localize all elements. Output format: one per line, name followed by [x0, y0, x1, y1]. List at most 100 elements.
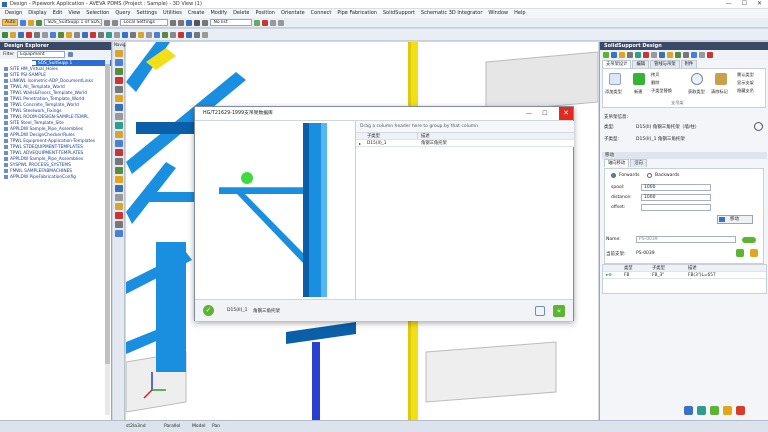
menu-item[interactable]: Window	[485, 9, 511, 18]
edit-icon[interactable]	[750, 249, 758, 257]
toolbar-tool-icon[interactable]	[194, 31, 200, 38]
panel-tool-icon[interactable]	[619, 52, 625, 58]
navigator-tool-icon[interactable]	[115, 167, 123, 174]
toolbar-tool-icon[interactable]	[154, 31, 160, 38]
navigator-tool-icon[interactable]	[115, 77, 123, 84]
toolbar-tool-icon[interactable]	[66, 31, 72, 38]
table-row[interactable]: ▸⊕ FB FB_3" FB(3")L=657	[603, 272, 766, 279]
col-subtype-r[interactable]: 子类型	[649, 265, 685, 271]
toolbar-tool-icon[interactable]	[74, 31, 80, 38]
print-icon[interactable]	[178, 19, 185, 26]
offset-input[interactable]	[641, 204, 711, 211]
panel-tool-icon[interactable]	[627, 52, 633, 58]
toolbar-tool-icon[interactable]	[18, 31, 24, 38]
navigator-tool-icon[interactable]	[115, 122, 123, 129]
apply-icon[interactable]: «	[553, 305, 565, 317]
confirm-type-button[interactable]: 需认类型	[737, 72, 754, 78]
folder-icon[interactable]	[28, 19, 35, 26]
col-description[interactable]: 描述	[418, 133, 568, 139]
add-icon[interactable]	[254, 19, 261, 26]
maximize-button[interactable]: ☐	[742, 0, 747, 9]
ok-check-icon[interactable]: ✓	[203, 305, 214, 316]
navigator-tool-icon[interactable]	[115, 140, 123, 147]
tab-edit[interactable]: 编辑	[632, 60, 650, 68]
unlock-icon[interactable]	[535, 306, 545, 316]
toolbar-tool-icon[interactable]	[186, 31, 192, 38]
toolbar-tool-icon[interactable]	[178, 31, 184, 38]
delete-button[interactable]: 删除	[651, 80, 659, 86]
remove-icon[interactable]	[262, 19, 269, 26]
dialog-maximize-button[interactable]: ☐	[539, 107, 551, 120]
save-icon[interactable]	[170, 19, 177, 26]
menu-item[interactable]: Selection	[83, 9, 112, 18]
toolbar-tool-icon[interactable]	[170, 31, 176, 38]
panel-tool-icon[interactable]	[651, 52, 657, 58]
add-support-icon[interactable]	[710, 406, 719, 415]
tab-axial-move[interactable]: 轴向移动	[604, 159, 630, 167]
dialog-minimize-button[interactable]: —	[523, 107, 535, 120]
tab-support-design[interactable]: 支吊架设计	[602, 60, 632, 68]
toolbar-tool-icon[interactable]	[42, 31, 48, 38]
panel-tool-icon[interactable]	[707, 52, 713, 58]
replace-subtype-button[interactable]: 子类型替换	[651, 88, 672, 94]
menu-item[interactable]: Pipe Fabrication	[334, 9, 380, 18]
auto-button[interactable]: Auto	[2, 19, 19, 26]
tab-pipe-support[interactable]: 管线与吊架	[650, 60, 680, 68]
navigator-tool-icon[interactable]	[115, 221, 123, 228]
tool2-icon[interactable]	[278, 19, 285, 26]
tab-attachments[interactable]: 附件	[680, 60, 698, 68]
status-projection[interactable]: Parallel	[164, 424, 180, 429]
tree-item[interactable]: TPWL Equipment-Application-Templates	[4, 138, 111, 144]
toolbar-tool-icon[interactable]	[202, 31, 208, 38]
minimize-button[interactable]: —	[726, 0, 732, 9]
toolbar-tool-icon[interactable]	[82, 31, 88, 38]
toolbar-tool-icon[interactable]	[26, 31, 32, 38]
menu-item[interactable]: Help	[511, 9, 528, 18]
explorer-scrollbar[interactable]	[105, 60, 110, 415]
toolbar-tool-icon[interactable]	[162, 31, 168, 38]
tree-item[interactable]: APPLDW PipeFabricationConfig	[4, 174, 111, 180]
panel-tool-icon[interactable]	[659, 52, 665, 58]
navigator-tool-icon[interactable]	[115, 104, 123, 111]
menu-item[interactable]: Query	[112, 9, 133, 18]
navigator-tool-icon[interactable]	[115, 230, 123, 237]
menu-item[interactable]: Delete	[230, 9, 252, 18]
toolbar-tool-icon[interactable]	[10, 31, 16, 38]
col-subtype[interactable]: 子类型	[364, 133, 418, 139]
navigator-tool-icon[interactable]	[115, 86, 123, 93]
backwards-radio[interactable]	[647, 173, 652, 178]
filter-combo[interactable]: Equipment	[17, 51, 66, 58]
hide-support-button[interactable]: 隐藏支吊	[737, 88, 754, 94]
panel-tool-icon[interactable]	[699, 52, 705, 58]
element-combo[interactable]: SDS_SuitSupp 1 of SDS_Su	[44, 19, 103, 26]
copy-button[interactable]: 拷贝	[651, 72, 659, 78]
dialog-close-button[interactable]: ✕	[559, 107, 573, 120]
toolbar-tool-icon[interactable]	[130, 31, 136, 38]
navigator-tool-icon[interactable]	[115, 50, 123, 57]
list-icon[interactable]	[202, 19, 209, 26]
insert-type-button[interactable]: 添加类型	[605, 89, 622, 95]
menu-item[interactable]: View	[65, 9, 83, 18]
show-support-button[interactable]: 显示支架	[737, 80, 754, 86]
panel-tool-icon[interactable]	[667, 52, 673, 58]
menu-item[interactable]: Settings	[134, 9, 161, 18]
navigator-tool-icon[interactable]	[115, 194, 123, 201]
toolbar-tool-icon[interactable]	[34, 31, 40, 38]
menu-item[interactable]: Design	[2, 9, 25, 18]
get-type-button[interactable]: 获取类型	[688, 89, 705, 95]
navigator-tool-icon[interactable]	[115, 158, 123, 165]
panel-tool-icon[interactable]	[643, 52, 649, 58]
panel-tool-icon[interactable]	[603, 52, 609, 58]
table-row[interactable]: ▸ D15(II)_1 角钢三角托架	[356, 140, 574, 147]
new-button[interactable]: 新建	[634, 89, 642, 95]
name-input[interactable]: PS-0039	[636, 236, 736, 243]
new-icon[interactable]	[633, 73, 645, 85]
toolbar-tool-icon[interactable]	[146, 31, 152, 38]
toolbar-tool-icon[interactable]	[90, 31, 96, 38]
panel-tool-icon[interactable]	[635, 52, 641, 58]
forwards-radio[interactable]	[611, 173, 616, 178]
tab-along[interactable]: 沿向	[630, 159, 647, 167]
delete-support-icon[interactable]	[736, 406, 745, 415]
toolbar-tool-icon[interactable]	[138, 31, 144, 38]
refresh-icon[interactable]	[36, 19, 43, 26]
